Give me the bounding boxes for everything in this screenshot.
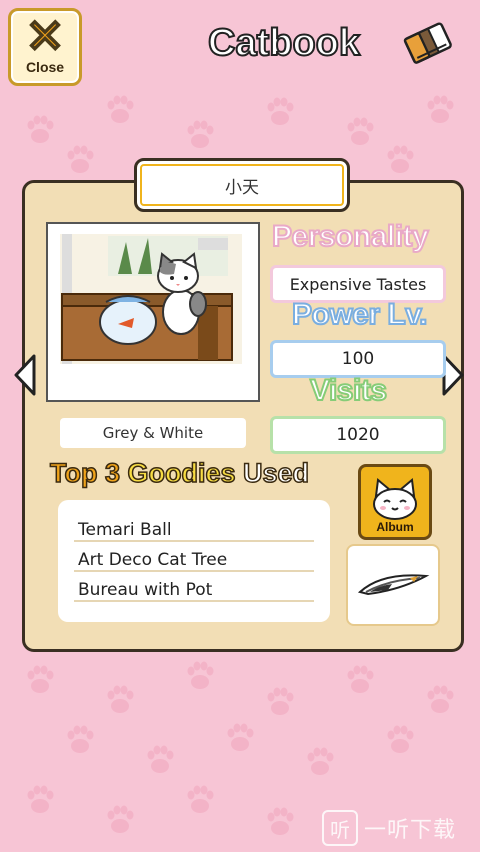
feather-icon: [357, 574, 430, 596]
personality-label: Personality: [271, 219, 430, 254]
album-label: Album: [376, 520, 414, 534]
list-item: Bureau with Pot: [74, 574, 314, 602]
book-icon: [403, 22, 452, 64]
cat-photo-illustration: [48, 224, 254, 396]
list-item: Temari Ball: [74, 514, 314, 542]
cat-name: 小天: [134, 158, 350, 212]
goodies-list: Temari Ball Art Deco Cat Tree Bureau wit…: [58, 500, 330, 622]
watermark: 听 一听下载: [322, 808, 472, 848]
goodies-heading-part-c: Used: [235, 457, 310, 489]
close-icon: ✕: [25, 10, 66, 62]
close-label: Close: [25, 59, 65, 75]
goodies-heading-part-a: Top 3: [49, 457, 128, 489]
cat-color: Grey & White: [60, 418, 246, 448]
top-goodies-heading: Top 3 Goodies Used: [49, 457, 310, 489]
watermark-logo: 听: [322, 810, 358, 846]
previous-cat-arrow-icon[interactable]: [12, 352, 38, 398]
album-button[interactable]: Album: [358, 464, 432, 540]
cat-face-icon: [373, 478, 417, 520]
power-level-value: 100: [270, 340, 446, 378]
memento-item-box[interactable]: [346, 544, 440, 626]
watermark-text: 一听下载: [364, 818, 457, 843]
close-button[interactable]: ✕ Close: [8, 8, 82, 86]
visits-label: Visits: [309, 373, 388, 408]
goodies-heading-part-b: Goodies: [127, 457, 237, 489]
power-level-label: Power Lv.: [291, 297, 428, 332]
list-item: Art Deco Cat Tree: [74, 544, 314, 572]
cat-photo: [46, 222, 260, 402]
visits-value: 1020: [270, 416, 446, 454]
page-title: Catbook: [207, 21, 361, 65]
